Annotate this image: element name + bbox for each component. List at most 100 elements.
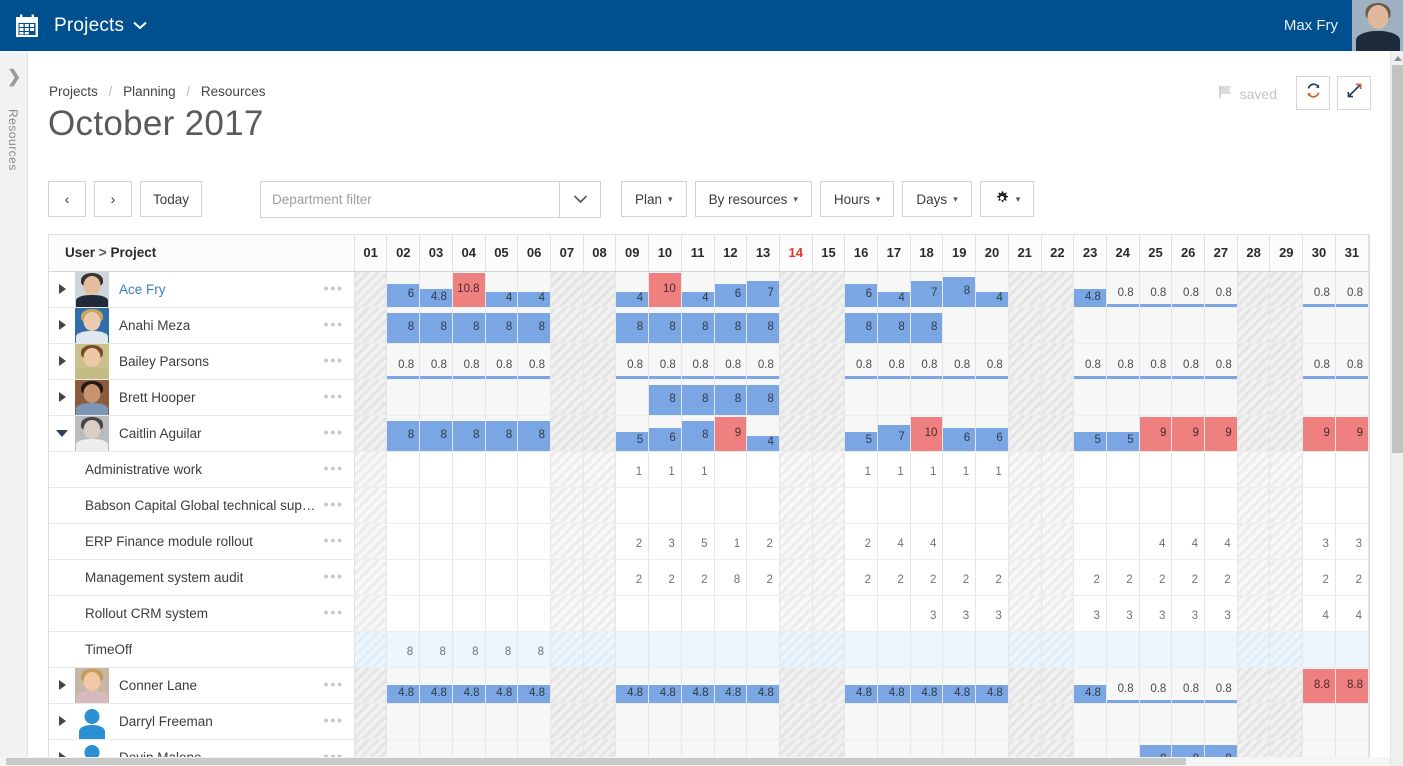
allocation-bar[interactable]: 5	[616, 431, 649, 451]
avatar[interactable]	[75, 667, 109, 703]
cell-day-28[interactable]	[1237, 631, 1271, 668]
cell-day-18[interactable]: 8	[910, 307, 944, 344]
cell-day-18[interactable]	[910, 631, 944, 668]
cell-day-03[interactable]: 8	[419, 307, 453, 344]
project-row[interactable]: Rollout CRM system ••• 3 3 3 3 3 3 3 3 4 4	[49, 595, 1369, 632]
cell-day-26[interactable]: 3	[1171, 595, 1206, 632]
expand-row-icon[interactable]	[49, 320, 75, 330]
cell-day-09[interactable]: 0.8	[615, 343, 650, 380]
column-header-day-02[interactable]: 02	[386, 235, 421, 272]
cell-day-07[interactable]	[550, 703, 584, 740]
resource-row[interactable]: Brett Hooper ••• 8 8 8 8	[49, 379, 1369, 416]
timeoff-row[interactable]: TimeOff 8 8 8 8 8	[49, 631, 1369, 668]
allocation-bar[interactable]: 4.8	[485, 684, 518, 703]
cell-day-02[interactable]: 8	[386, 307, 421, 344]
cell-day-19[interactable]: 6	[942, 415, 977, 452]
allocation-bar[interactable]: 8.8	[1335, 668, 1368, 703]
column-header-day-24[interactable]: 24	[1106, 235, 1140, 272]
cell-day-06[interactable]: 4.8	[517, 667, 551, 704]
allocation-bar[interactable]: 8	[420, 312, 452, 343]
cell-day-26[interactable]	[1171, 307, 1206, 344]
cell-day-02[interactable]	[386, 487, 421, 524]
column-header-day-27[interactable]: 27	[1204, 235, 1238, 272]
cell-day-01[interactable]	[354, 703, 388, 740]
refresh-button[interactable]	[1296, 76, 1330, 110]
allocation-bar[interactable]: 8	[387, 420, 420, 451]
cell-day-26[interactable]	[1171, 451, 1206, 488]
column-header-day-22[interactable]: 22	[1041, 235, 1075, 272]
row-menu-icon[interactable]: •••	[324, 462, 344, 477]
cell-day-07[interactable]	[550, 523, 584, 560]
cell-day-03[interactable]	[419, 559, 453, 596]
cell-day-15[interactable]	[812, 379, 846, 416]
row-menu-icon[interactable]: •••	[324, 534, 344, 549]
cell-day-11[interactable]: 5	[681, 523, 715, 560]
row-name-cell[interactable]: Babson Capital Global technical sup… •••	[49, 487, 355, 524]
column-header-day-16[interactable]: 16	[844, 235, 879, 272]
allocation-bar[interactable]: 6	[387, 283, 420, 307]
cell-day-29[interactable]	[1269, 379, 1304, 416]
allocation-bar[interactable]: 0.8	[1172, 272, 1205, 307]
breadcrumb-item-resources[interactable]: Resources	[201, 84, 266, 99]
cell-day-11[interactable]: 4	[681, 271, 715, 308]
cell-day-15[interactable]	[812, 703, 846, 740]
allocation-bar[interactable]: 8	[649, 384, 681, 415]
cell-day-18[interactable]	[910, 379, 944, 416]
allocation-bar[interactable]: 8	[452, 420, 485, 451]
cell-day-03[interactable]: 8	[419, 415, 453, 452]
cell-day-22[interactable]	[1041, 631, 1075, 668]
horizontal-scrollbar[interactable]	[0, 757, 1390, 766]
cell-day-03[interactable]	[419, 523, 453, 560]
cell-day-21[interactable]	[1008, 343, 1042, 380]
cell-day-14[interactable]	[779, 559, 813, 596]
cell-day-27[interactable]: 2	[1204, 559, 1238, 596]
cell-day-25[interactable]	[1139, 307, 1173, 344]
cell-day-28[interactable]	[1237, 667, 1271, 704]
allocation-bar[interactable]: 0.8	[1139, 344, 1172, 379]
allocation-bar[interactable]: 8	[681, 384, 714, 415]
cell-day-09[interactable]: 8	[615, 307, 650, 344]
column-header-day-17[interactable]: 17	[877, 235, 911, 272]
cell-day-11[interactable]: 8	[681, 415, 715, 452]
cell-day-15[interactable]	[812, 559, 846, 596]
allocation-bar[interactable]: 4.8	[420, 684, 452, 703]
cell-day-28[interactable]	[1237, 343, 1271, 380]
cell-day-02[interactable]: 8	[386, 415, 421, 452]
allocation-bar[interactable]: 4	[878, 291, 910, 307]
cell-day-22[interactable]	[1041, 487, 1075, 524]
allocation-bar[interactable]: 8	[714, 384, 747, 415]
allocation-bar[interactable]: 9	[1139, 416, 1172, 451]
row-name-cell[interactable]: ERP Finance module rollout •••	[49, 523, 355, 560]
cell-day-30[interactable]	[1302, 379, 1336, 416]
cell-day-07[interactable]	[550, 271, 584, 308]
cell-day-22[interactable]	[1041, 523, 1075, 560]
cell-day-31[interactable]: 2	[1335, 559, 1369, 596]
cell-day-30[interactable]: 4	[1302, 595, 1336, 632]
cell-day-31[interactable]	[1335, 379, 1369, 416]
cell-day-22[interactable]	[1041, 559, 1075, 596]
cell-day-13[interactable]: 0.8	[746, 343, 780, 380]
cell-day-06[interactable]	[517, 451, 551, 488]
cell-day-14[interactable]	[779, 343, 813, 380]
cell-day-18[interactable]	[910, 487, 944, 524]
cell-day-31[interactable]: 3	[1335, 523, 1369, 560]
cell-day-01[interactable]	[354, 379, 388, 416]
cell-day-24[interactable]	[1106, 703, 1140, 740]
cell-day-29[interactable]	[1269, 631, 1304, 668]
allocation-bar[interactable]: 5	[845, 431, 878, 451]
cell-day-14[interactable]	[779, 523, 813, 560]
cell-day-08[interactable]	[583, 307, 617, 344]
cell-day-02[interactable]	[386, 451, 421, 488]
row-name-cell[interactable]: Conner Lane •••	[49, 667, 355, 704]
cell-day-12[interactable]: 4.8	[714, 667, 748, 704]
cell-day-27[interactable]	[1204, 307, 1238, 344]
current-user-name[interactable]: Max Fry	[1284, 17, 1338, 34]
cell-day-05[interactable]: 0.8	[485, 343, 519, 380]
cell-day-05[interactable]: 8	[485, 307, 519, 344]
cell-day-01[interactable]	[354, 559, 388, 596]
cell-day-09[interactable]	[615, 379, 650, 416]
cell-day-12[interactable]: 8	[714, 379, 748, 416]
cell-day-25[interactable]	[1139, 703, 1173, 740]
cell-day-17[interactable]: 4.8	[877, 667, 911, 704]
cell-day-27[interactable]: 0.8	[1204, 667, 1238, 704]
